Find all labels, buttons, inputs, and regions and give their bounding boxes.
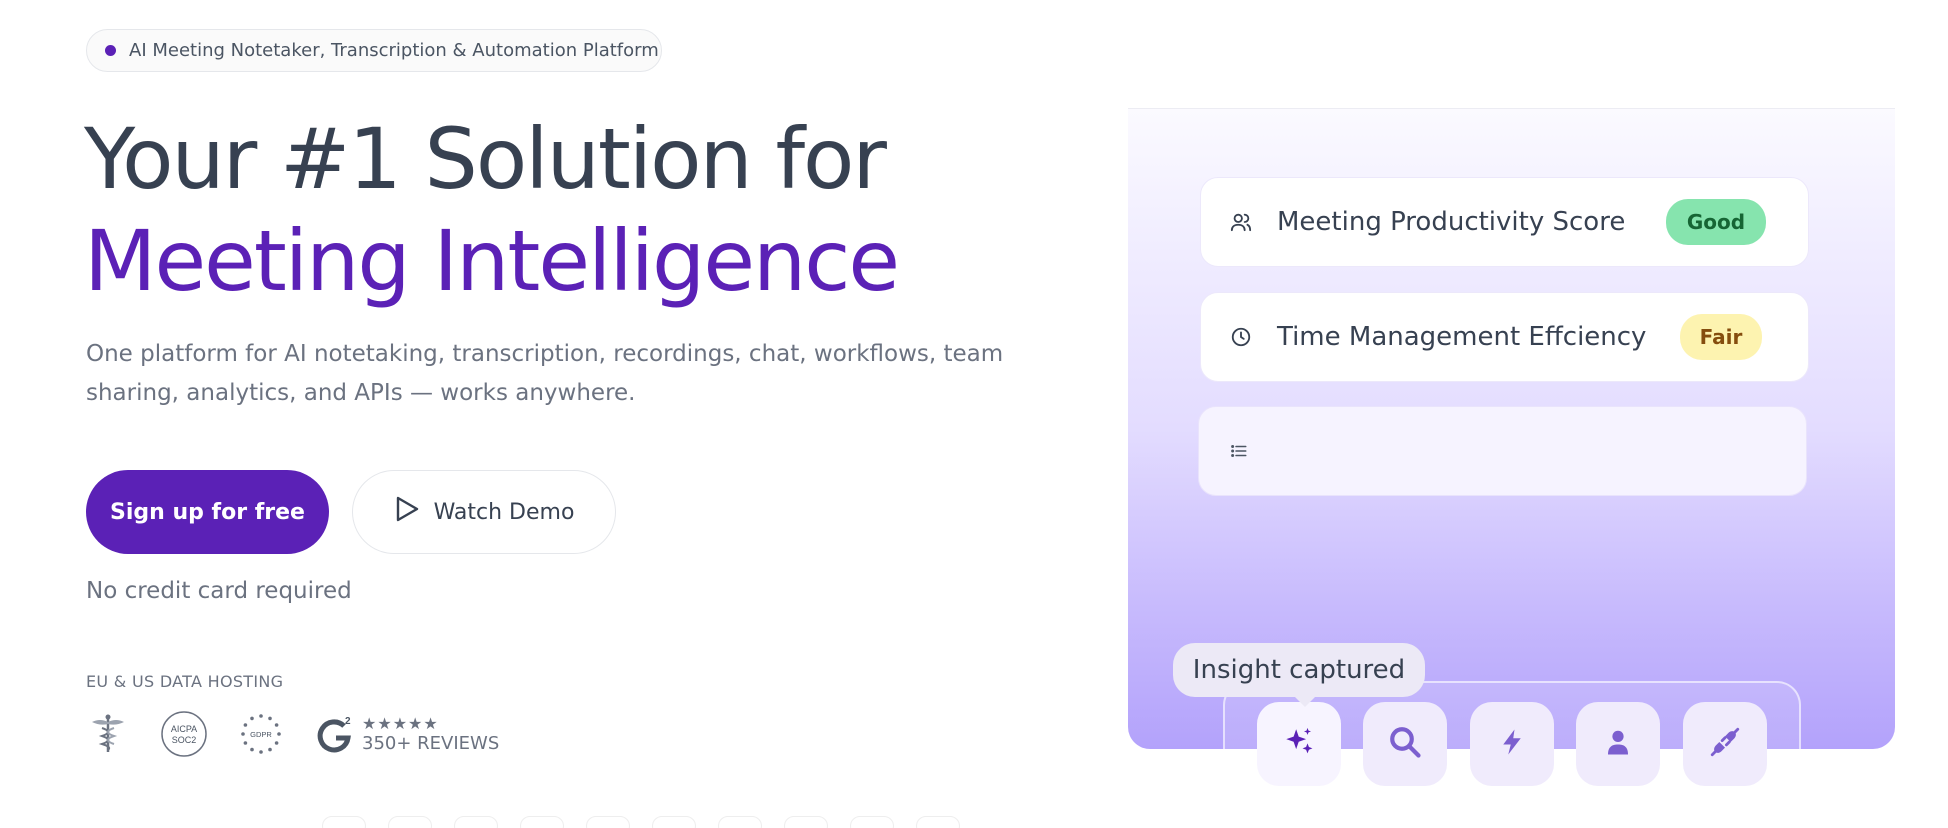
placeholder-card bbox=[1198, 406, 1807, 496]
dock-button-search[interactable] bbox=[1363, 702, 1447, 786]
dock-button-automation[interactable] bbox=[1470, 702, 1554, 786]
user-icon bbox=[1603, 725, 1633, 763]
reviews-block: ★★★★★ 350+ REVIEWS bbox=[362, 713, 500, 754]
status-badge-fair: Fair bbox=[1680, 314, 1762, 360]
dock-button-profile[interactable] bbox=[1576, 702, 1660, 786]
plug-icon bbox=[1708, 725, 1742, 763]
dock-button-insights[interactable] bbox=[1257, 702, 1341, 786]
integration-logo bbox=[388, 816, 432, 828]
integration-logos-row bbox=[322, 816, 960, 828]
badge-dot bbox=[105, 45, 116, 56]
svg-text:AICPA: AICPA bbox=[171, 724, 197, 734]
integration-logo bbox=[586, 816, 630, 828]
medical-caduceus-icon bbox=[86, 712, 130, 756]
no-credit-card-note: No credit card required bbox=[86, 578, 352, 604]
status-badge-good: Good bbox=[1666, 199, 1766, 245]
play-icon bbox=[394, 495, 420, 529]
hosting-label: EU & US DATA HOSTING bbox=[86, 672, 284, 691]
watch-demo-label: Watch Demo bbox=[433, 499, 575, 525]
svg-text:GDPR: GDPR bbox=[250, 730, 272, 739]
list-icon bbox=[1227, 442, 1251, 460]
aicpa-soc2-icon: AICPA SOC2 bbox=[160, 710, 208, 758]
integration-logo bbox=[784, 816, 828, 828]
integration-logo bbox=[652, 816, 696, 828]
headline-line-1: Your #1 Solution for bbox=[84, 110, 887, 208]
svg-text:SOC2: SOC2 bbox=[172, 735, 197, 745]
dock-button-integrations[interactable] bbox=[1683, 702, 1767, 786]
clock-icon bbox=[1229, 326, 1253, 348]
card-label: Meeting Productivity Score bbox=[1277, 207, 1626, 237]
bolt-icon bbox=[1497, 725, 1527, 763]
integration-logo bbox=[520, 816, 564, 828]
integration-logo bbox=[718, 816, 762, 828]
productivity-score-card: Meeting Productivity Score Good bbox=[1200, 177, 1809, 267]
reviews-count: 350+ REVIEWS bbox=[362, 732, 500, 754]
headline-line-2: Meeting Intelligence bbox=[84, 212, 900, 310]
watch-demo-button[interactable]: Watch Demo bbox=[352, 470, 616, 554]
trust-badges: AICPA SOC2 GDPR 2 ★★★★★ 350+ REVIEWS bbox=[86, 710, 499, 758]
integration-logo bbox=[322, 816, 366, 828]
signup-button[interactable]: Sign up for free bbox=[86, 470, 329, 554]
sparkles-icon bbox=[1282, 725, 1316, 763]
users-icon bbox=[1229, 211, 1253, 233]
rating-stars: ★★★★★ bbox=[362, 713, 439, 733]
g2-icon: 2 bbox=[314, 714, 354, 754]
platform-badge: AI Meeting Notetaker, Transcription & Au… bbox=[86, 29, 662, 72]
insights-panel: Meeting Productivity Score Good Time Man… bbox=[1128, 108, 1895, 801]
integration-logo bbox=[454, 816, 498, 828]
time-management-card: Time Management Effciency Fair bbox=[1200, 292, 1809, 382]
hero-subtext: One platform for AI notetaking, transcri… bbox=[86, 341, 1004, 406]
search-icon bbox=[1387, 724, 1423, 764]
gdpr-icon: GDPR bbox=[238, 711, 284, 757]
badge-text: AI Meeting Notetaker, Transcription & Au… bbox=[129, 40, 659, 61]
insight-tooltip: Insight captured bbox=[1173, 643, 1425, 707]
card-label: Time Management Effciency bbox=[1277, 322, 1647, 352]
hero-headline: Your #1 Solution for Meeting Intelligenc… bbox=[84, 108, 900, 312]
integration-logo bbox=[850, 816, 894, 828]
svg-text:2: 2 bbox=[345, 716, 351, 727]
integration-logo bbox=[916, 816, 960, 828]
